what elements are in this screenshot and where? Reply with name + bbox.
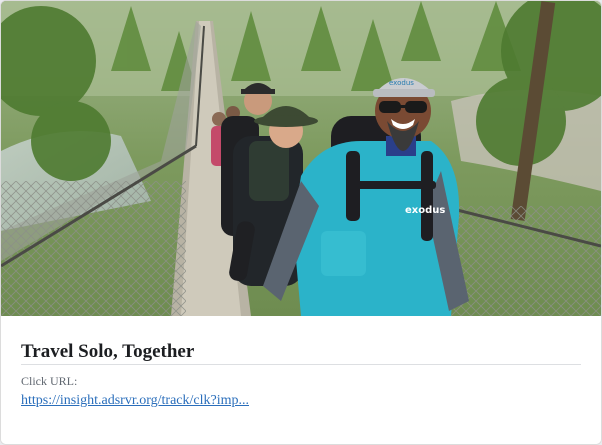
shirt-logo-text: exodus — [405, 205, 445, 216]
click-url-label: Click URL: — [21, 374, 78, 388]
cap-logo-text: exodus — [389, 79, 414, 87]
card-body: Travel Solo, Together Click URL: https:/… — [1, 316, 601, 444]
hero-image[interactable]: exodus exodus — [1, 1, 601, 316]
ad-title: Travel Solo, Together — [21, 341, 195, 362]
click-url-link[interactable]: https://insight.adsrvr.org/track/clk?imp… — [21, 392, 249, 410]
divider — [21, 364, 581, 365]
ad-preview-card: exodus exodus Travel Solo, Together Clic… — [0, 0, 602, 445]
